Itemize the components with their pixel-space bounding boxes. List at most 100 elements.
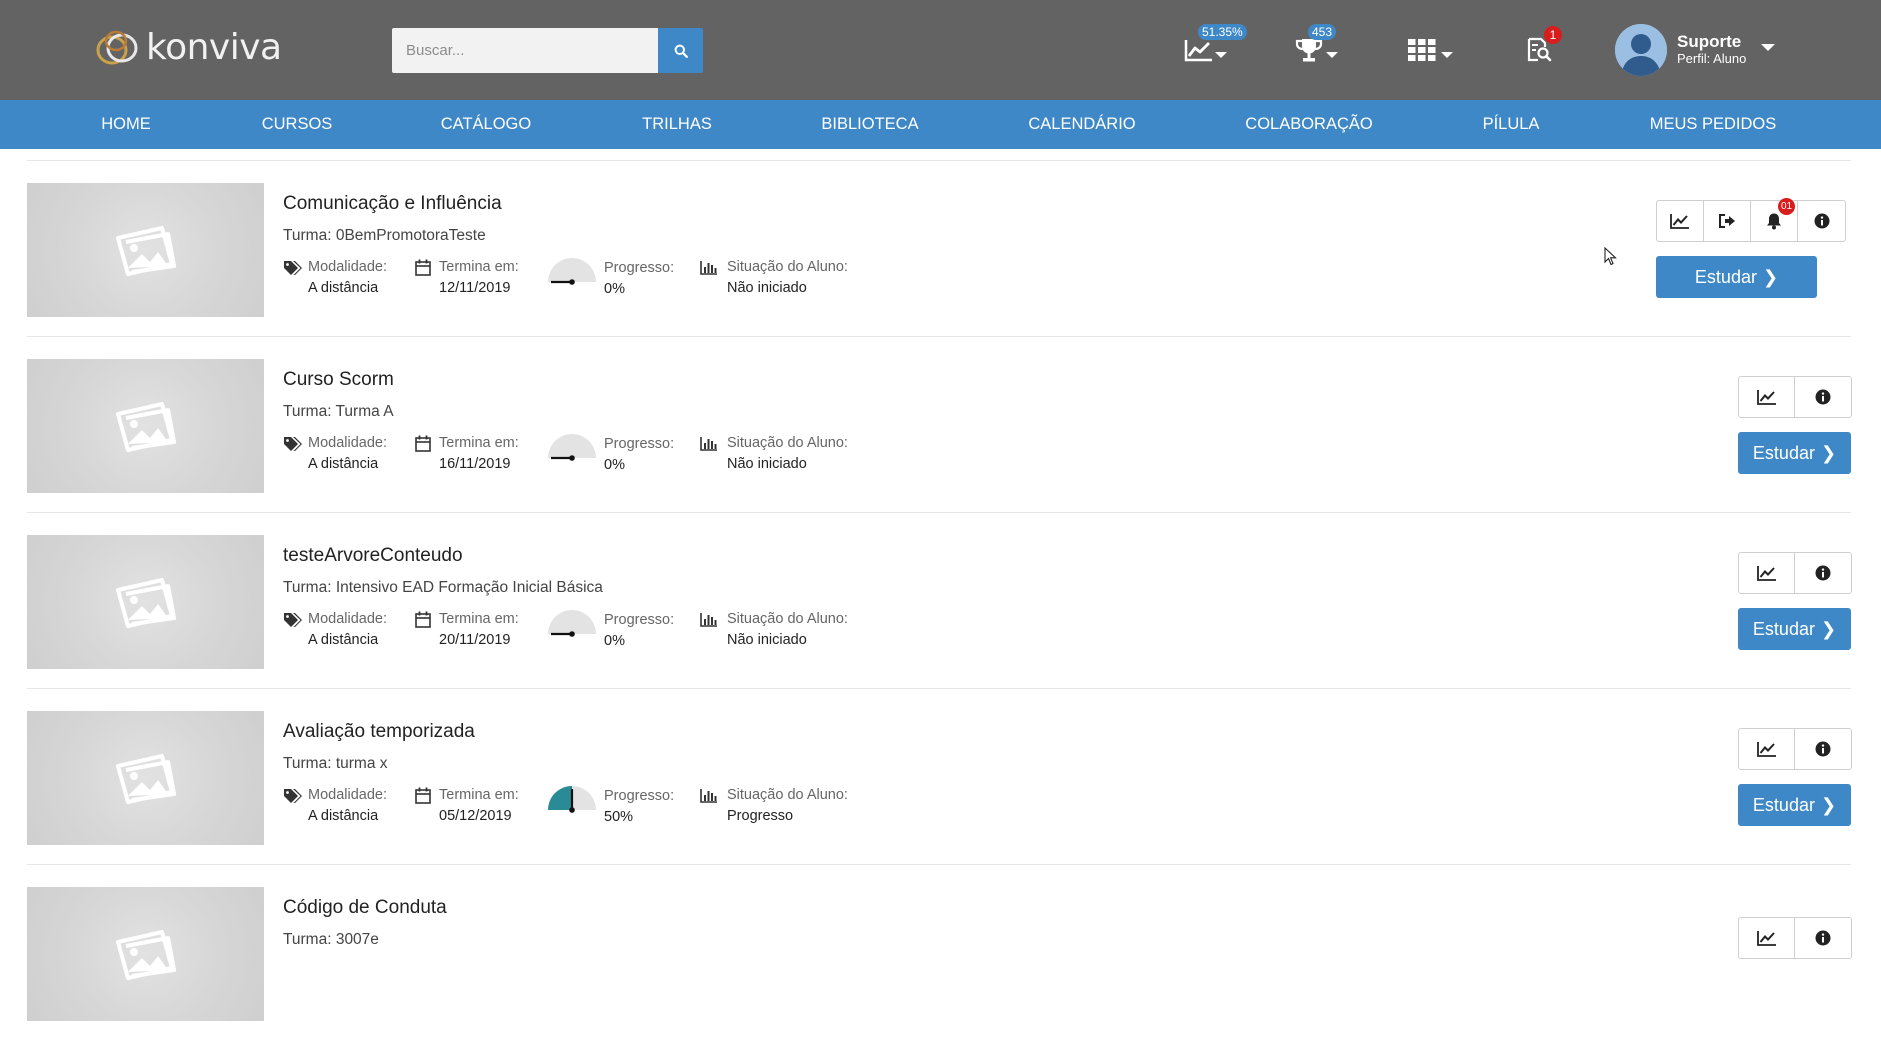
- nav-catalogo[interactable]: CATÁLOGO: [441, 100, 531, 149]
- progress-gauge: [548, 434, 596, 461]
- stats-button[interactable]: [1739, 729, 1795, 769]
- notifications-menu[interactable]: 1: [1526, 26, 1562, 72]
- nav-meus-pedidos[interactable]: MEUS PEDIDOS: [1650, 100, 1777, 149]
- stats-button[interactable]: [1739, 918, 1795, 958]
- modalidade-value: A distância: [308, 808, 379, 824]
- course-turma: Turma: 0BemPromotoraTeste: [283, 227, 486, 244]
- image-placeholder-icon: [115, 402, 176, 452]
- situacao-value: Não iniciado: [727, 280, 807, 296]
- tags-icon: [284, 437, 302, 451]
- nav-trilhas[interactable]: TRILHAS: [642, 100, 712, 149]
- progresso-label: Progresso:: [604, 260, 675, 276]
- course-title[interactable]: Avaliação temporizada: [283, 721, 475, 743]
- gauge-hub: [569, 807, 575, 813]
- bar-chart-icon: [700, 261, 717, 275]
- progresso-value: 0%: [604, 457, 625, 473]
- study-button[interactable]: Estudar ❯: [1738, 608, 1851, 650]
- chevron-right-icon: ❯: [1820, 442, 1837, 463]
- info-icon: [1815, 741, 1831, 757]
- nav-biblioteca[interactable]: BIBLIOTECA: [821, 100, 918, 149]
- modalidade-label: Modalidade:: [308, 611, 387, 627]
- progress-gauge: [548, 786, 596, 813]
- modalidade-value: A distância: [308, 280, 379, 296]
- search-input[interactable]: [392, 28, 658, 73]
- gauge-hub: [569, 279, 575, 285]
- termina-label: Termina em:: [439, 435, 519, 451]
- main-nav: HOME CURSOS CATÁLOGO TRILHAS BIBLIOTECA …: [0, 100, 1881, 149]
- info-button[interactable]: [1795, 918, 1851, 958]
- exit-button[interactable]: [1704, 201, 1751, 241]
- notifications-badge: 1: [1544, 26, 1562, 44]
- study-button-label: Estudar: [1752, 442, 1815, 463]
- caret-down-icon: [1441, 52, 1453, 58]
- search-bar: [392, 28, 704, 73]
- trophy-menu[interactable]: 453: [1295, 24, 1339, 72]
- modalidade-label: Modalidade:: [308, 435, 387, 451]
- info-button[interactable]: [1795, 377, 1851, 417]
- course-thumbnail[interactable]: [27, 183, 264, 317]
- apps-menu[interactable]: [1408, 28, 1454, 72]
- info-button[interactable]: [1795, 553, 1851, 593]
- course-title[interactable]: Código de Conduta: [283, 897, 447, 919]
- search-button[interactable]: [658, 28, 703, 73]
- course-row: Comunicação e Influência Turma: 0BemPromo…: [0, 183, 1881, 359]
- study-button[interactable]: Estudar ❯: [1656, 256, 1817, 298]
- trophy-badge: 453: [1308, 24, 1337, 40]
- stats-button[interactable]: [1739, 553, 1795, 593]
- info-button[interactable]: [1798, 201, 1845, 241]
- situacao-value: Progresso: [727, 808, 794, 824]
- study-button-label: Estudar: [1752, 794, 1815, 815]
- trophy-icon: [1295, 39, 1323, 62]
- info-icon: [1815, 565, 1831, 581]
- course-title[interactable]: Comunicação e Influência: [283, 193, 502, 215]
- search-icon: [674, 44, 688, 58]
- notifications-button[interactable]: 01: [1751, 198, 1798, 241]
- progress-menu[interactable]: 51.35%: [1184, 24, 1247, 72]
- nav-home[interactable]: HOME: [101, 100, 151, 149]
- chevron-right-icon: ❯: [1762, 266, 1779, 287]
- course-thumbnail[interactable]: [27, 887, 264, 1021]
- gauge-hub: [569, 631, 575, 637]
- nav-pilula[interactable]: PÍLULA: [1483, 100, 1540, 149]
- tags-icon: [284, 261, 302, 275]
- nav-cursos[interactable]: CURSOS: [262, 100, 333, 149]
- grid-icon: [1408, 39, 1436, 61]
- course-title[interactable]: testeArvoreConteudo: [283, 545, 463, 567]
- nav-colaboracao[interactable]: COLABORAÇÃO: [1245, 100, 1372, 149]
- gauge-track: [548, 434, 596, 458]
- bar-chart-icon: [700, 437, 717, 451]
- study-button[interactable]: Estudar ❯: [1738, 432, 1851, 474]
- caret-down-icon: [1326, 52, 1338, 58]
- modalidade-label: Modalidade:: [308, 787, 387, 803]
- course-actions: [1738, 376, 1852, 418]
- progresso-label: Progresso:: [604, 612, 675, 628]
- course-thumbnail[interactable]: [27, 535, 264, 669]
- termina-value: 05/12/2019: [439, 808, 512, 824]
- image-placeholder-icon: [115, 754, 176, 804]
- course-turma: Turma: Turma A: [283, 403, 394, 420]
- list-divider: [27, 160, 1851, 161]
- course-row: testeArvoreConteudo Turma: Intensivo EAD …: [0, 535, 1881, 711]
- course-thumbnail[interactable]: [27, 359, 264, 493]
- gauge-track: [548, 610, 596, 634]
- stats-button[interactable]: [1739, 377, 1795, 417]
- study-button-label: Estudar: [1752, 618, 1815, 639]
- info-button[interactable]: [1795, 729, 1851, 769]
- nav-calendario[interactable]: CALENDÁRIO: [1028, 100, 1135, 149]
- logo-text: konviva: [146, 27, 282, 68]
- konviva-logo[interactable]: konviva: [92, 24, 282, 72]
- bar-chart-icon: [700, 613, 717, 627]
- calendar-icon: [415, 611, 431, 628]
- stats-button[interactable]: [1657, 201, 1704, 241]
- course-title[interactable]: Curso Scorm: [283, 369, 394, 391]
- study-button[interactable]: Estudar ❯: [1738, 784, 1851, 826]
- situacao-value: Não iniciado: [727, 632, 807, 648]
- top-header: konviva 51.35%: [0, 0, 1881, 100]
- study-button-label: Estudar: [1694, 266, 1757, 287]
- calendar-icon: [415, 435, 431, 452]
- course-thumbnail[interactable]: [27, 711, 264, 845]
- chevron-right-icon: ❯: [1820, 618, 1837, 639]
- line-chart-icon: [1756, 931, 1776, 946]
- user-menu[interactable]: Suporte Perfil: Aluno: [1615, 22, 1776, 78]
- image-placeholder-icon: [115, 226, 176, 276]
